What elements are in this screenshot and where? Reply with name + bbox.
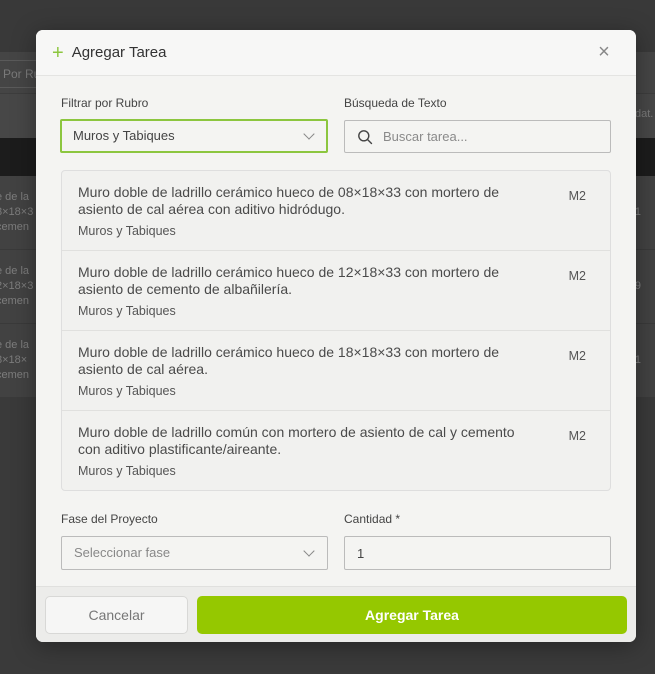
background-row-text: 8×18×3 [0,206,34,218]
task-category: Muros y Tabiques [78,224,176,238]
task-title: Muro doble de ladrillo cerámico hueco de… [78,264,500,297]
background-row-text: cemen [0,295,30,307]
background-right-text: dat. [635,108,654,120]
background-row-text: cemen [0,221,30,233]
background-row-text: 2×18×3 [0,280,34,292]
phase-label: Fase del Proyecto [61,512,158,526]
plus-icon: + [52,41,64,64]
task-list: Muro doble de ladrillo cerámico hueco de… [61,170,611,491]
background-row-text: e de la [0,191,30,203]
modal-header: + Agregar Tarea × [36,30,636,76]
background-row-text: 8×18× [0,354,28,366]
chevron-down-icon [303,128,315,140]
chevron-down-icon [303,545,315,557]
task-category: Muros y Tabiques [78,384,176,398]
phase-select[interactable]: Seleccionar fase [61,536,328,570]
task-unit: M2 [568,269,586,283]
background-row-text: cemen [0,369,30,381]
add-task-button[interactable]: Agregar Tarea [197,596,627,634]
task-category: Muros y Tabiques [78,464,176,478]
modal-title: Agregar Tarea [71,44,167,61]
task-unit: M2 [568,189,586,203]
task-list-item[interactable]: Muro doble de ladrillo cerámico hueco de… [62,251,610,331]
close-button[interactable]: × [594,42,614,63]
background-row-text: e de la [0,265,30,277]
task-list-item[interactable]: Muro doble de ladrillo cerámico hueco de… [62,331,610,411]
search-input[interactable] [383,121,604,152]
filter-label: Filtrar por Rubro [61,96,149,110]
phase-select-placeholder: Seleccionar fase [74,545,171,560]
category-select[interactable]: Muros y Tabiques [60,119,328,153]
task-title: Muro doble de ladrillo cerámico hueco de… [78,184,500,217]
task-list-item[interactable]: Muro doble de ladrillo cerámico hueco de… [62,171,610,251]
task-category: Muros y Tabiques [78,304,176,318]
quantity-label: Cantidad * [344,512,401,526]
background-row-text: e de la [0,339,30,351]
modal-footer: Cancelar Agregar Tarea [36,586,636,642]
quantity-input[interactable] [344,536,611,570]
task-unit: M2 [568,349,586,363]
search-label: Búsqueda de Texto [344,96,447,110]
search-box [344,120,611,153]
search-icon [358,130,373,145]
cancel-button[interactable]: Cancelar [45,596,188,634]
task-unit: M2 [568,429,586,443]
task-title: Muro doble de ladrillo común con mortero… [78,424,515,457]
task-list-item[interactable]: Muro doble de ladrillo común con mortero… [62,411,610,490]
add-task-modal: + Agregar Tarea × Filtrar por Rubro Muro… [36,30,636,642]
task-title: Muro doble de ladrillo cerámico hueco de… [78,344,500,377]
category-select-value: Muros y Tabiques [73,128,175,143]
